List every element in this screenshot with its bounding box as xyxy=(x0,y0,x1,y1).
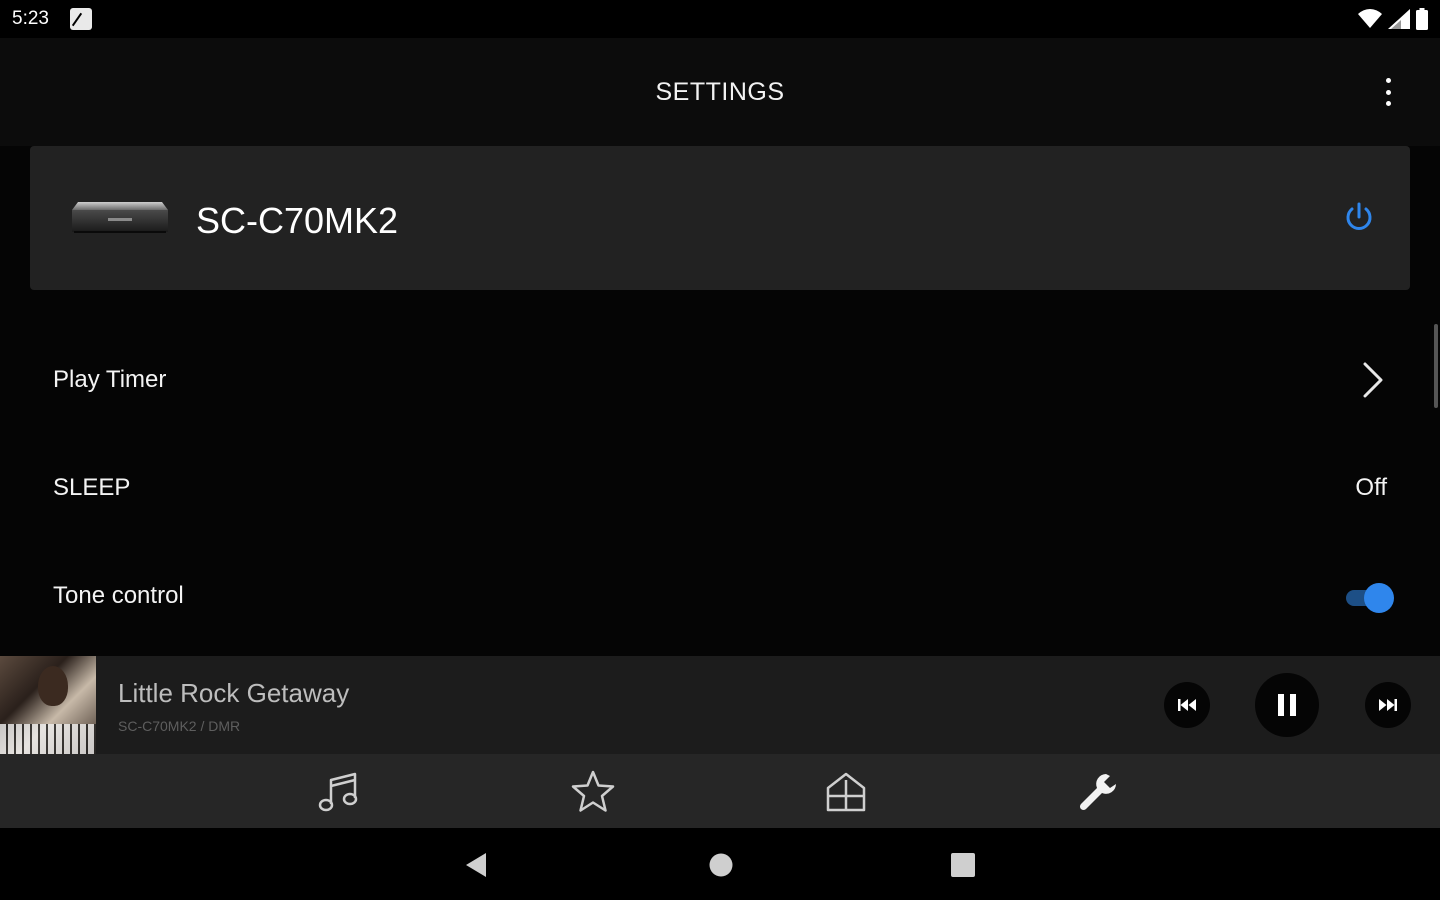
setting-sleep[interactable]: SLEEP Off xyxy=(0,434,1440,542)
setting-value: Off xyxy=(1355,474,1387,501)
music-note-icon[interactable] xyxy=(315,768,363,816)
system-nav xyxy=(0,828,1440,900)
tone-control-toggle[interactable] xyxy=(1344,582,1394,614)
setting-label: Play Timer xyxy=(53,366,167,393)
wifi-icon xyxy=(1358,9,1382,28)
chevron-right-icon xyxy=(1363,362,1383,398)
home-circle-icon[interactable] xyxy=(708,852,734,878)
scrollbar[interactable] xyxy=(1434,324,1438,408)
menu-dot xyxy=(1385,101,1391,106)
pause-icon xyxy=(1278,694,1296,716)
track-source: SC-C70MK2 / DMR xyxy=(118,718,241,734)
skip-previous-icon xyxy=(1178,699,1196,711)
wrench-icon[interactable] xyxy=(1076,768,1124,816)
recents-icon[interactable] xyxy=(950,852,976,878)
menu-dot xyxy=(1385,78,1391,83)
sd-card-icon xyxy=(70,8,92,30)
pause-button[interactable] xyxy=(1255,673,1319,737)
bottom-nav xyxy=(0,754,1440,828)
skip-next-icon xyxy=(1379,699,1397,711)
setting-label: Tone control xyxy=(53,582,184,609)
setting-label: SLEEP xyxy=(53,474,131,501)
device-card[interactable]: SC-C70MK2 xyxy=(30,146,1410,290)
mini-player[interactable]: Little Rock Getaway SC-C70MK2 / DMR xyxy=(0,656,1440,754)
previous-button[interactable] xyxy=(1164,682,1210,728)
next-button[interactable] xyxy=(1365,682,1411,728)
star-icon[interactable] xyxy=(569,768,617,816)
menu-dot xyxy=(1385,89,1391,95)
status-icons xyxy=(1358,8,1428,30)
setting-tone-control: Tone control xyxy=(0,542,1440,650)
status-bar: 5:23 xyxy=(0,0,1440,38)
home-icon[interactable] xyxy=(822,768,870,816)
status-time: 5:23 xyxy=(12,8,49,29)
more-vert-icon[interactable] xyxy=(1376,76,1400,108)
album-art xyxy=(0,656,96,754)
device-name: SC-C70MK2 xyxy=(196,200,399,241)
setting-play-timer[interactable]: Play Timer xyxy=(0,326,1440,434)
power-icon[interactable] xyxy=(1342,201,1376,235)
stereo-system-icon xyxy=(72,202,168,233)
app-bar: SETTINGS xyxy=(0,38,1440,146)
page-title: SETTINGS xyxy=(655,78,785,106)
settings-content: SC-C70MK2 Play Timer SLEEP Off Tone cont… xyxy=(0,146,1440,656)
cell-signal-icon xyxy=(1388,9,1410,29)
battery-icon xyxy=(1416,8,1428,30)
toggle-thumb xyxy=(1364,583,1394,613)
back-icon[interactable] xyxy=(464,852,488,878)
track-title: Little Rock Getaway xyxy=(118,678,350,708)
